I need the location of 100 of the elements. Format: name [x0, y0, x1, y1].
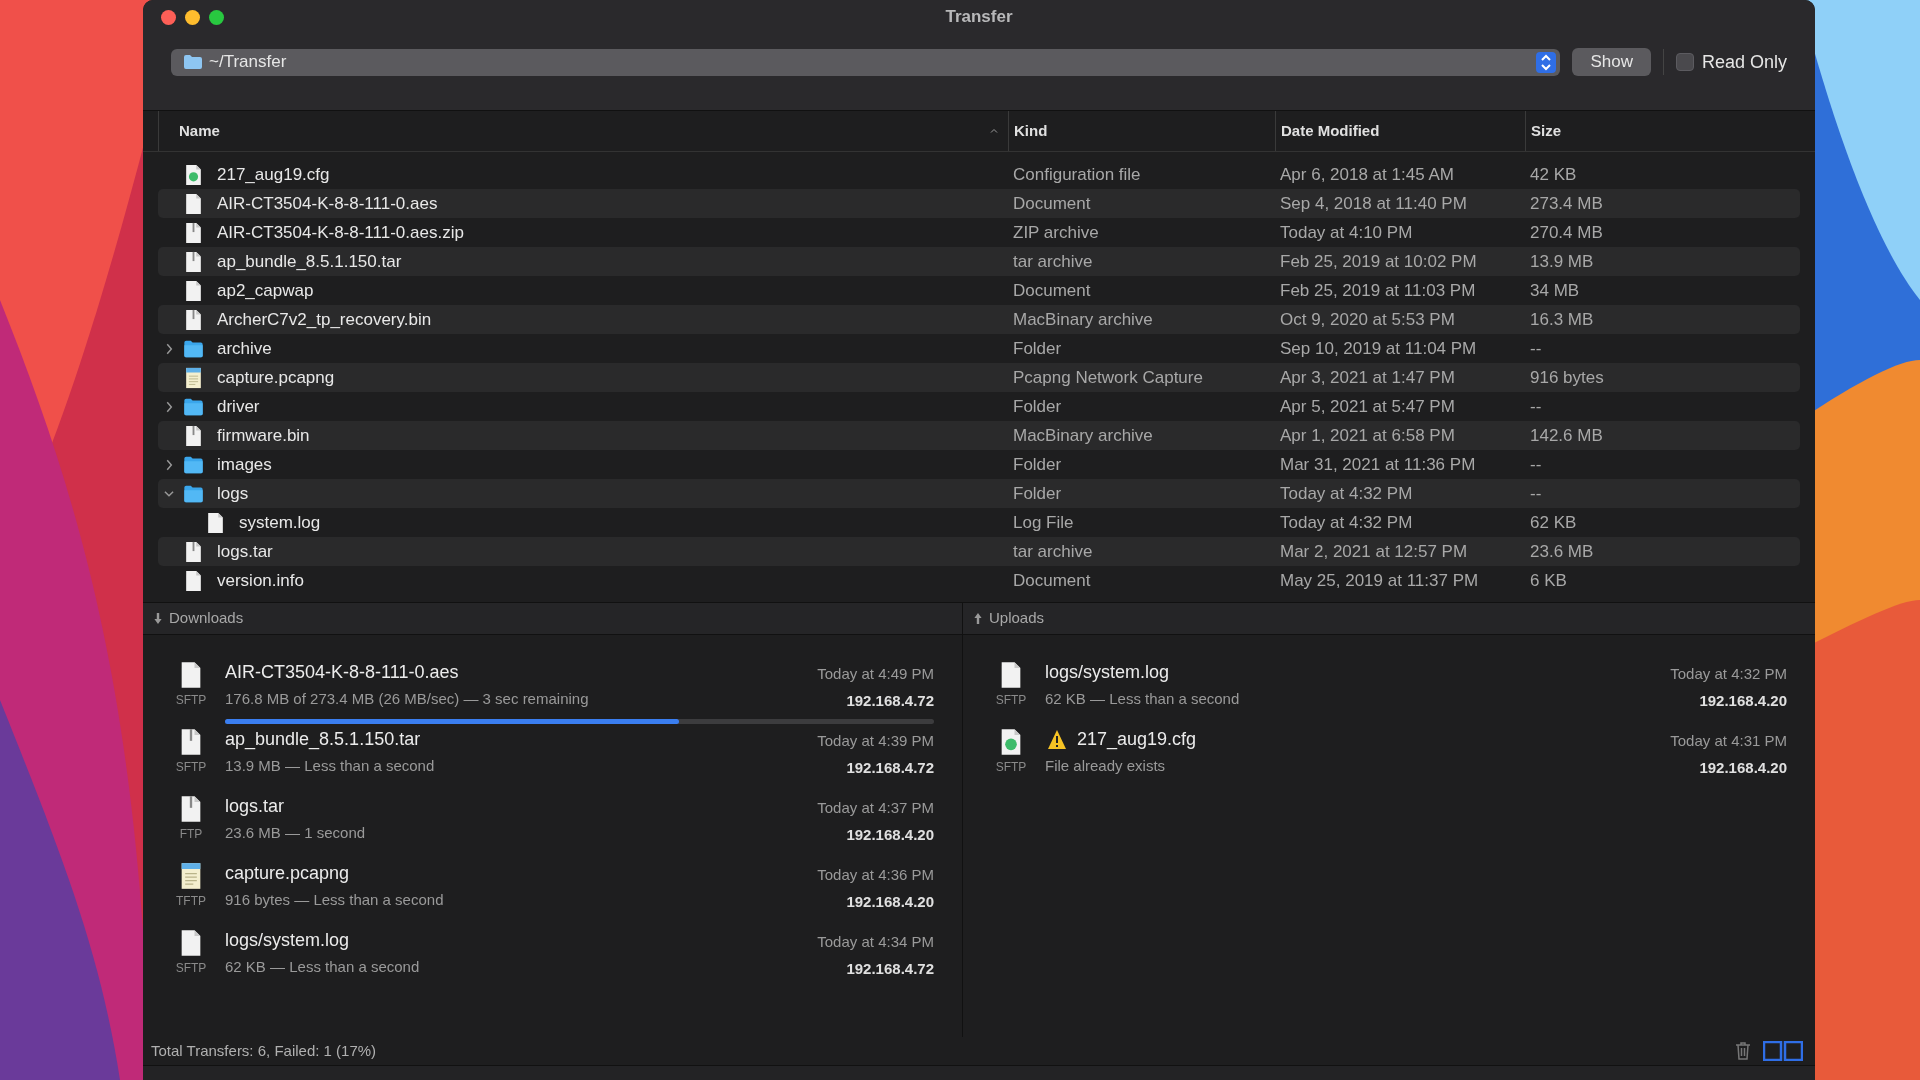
file-icon: [184, 308, 203, 331]
file-name: logs.tar: [217, 540, 273, 563]
protocol-label: SFTP: [995, 759, 1027, 776]
file-kind: tar archive: [1012, 540, 1094, 563]
date-modified: Today at 4:32 PM: [1279, 482, 1414, 505]
file-icon: [184, 163, 203, 186]
file-icon: [184, 221, 203, 244]
transfer-name: logs/system.log: [225, 929, 350, 952]
file-kind: Folder: [1012, 453, 1063, 476]
file-size: 42 KB: [1529, 163, 1578, 186]
file-size: 13.9 MB: [1529, 250, 1595, 273]
file-size: 34 MB: [1529, 279, 1581, 302]
host-address: 192.168.4.72: [846, 690, 934, 711]
protocol-label: SFTP: [175, 692, 207, 709]
column-header[interactable]: Size: [1531, 119, 1792, 143]
date-modified: Mar 2, 2021 at 12:57 PM: [1279, 540, 1469, 563]
show-button[interactable]: Show: [1572, 48, 1651, 76]
section-title: Uploads: [989, 608, 1045, 629]
host-address: 192.168.4.20: [846, 824, 934, 845]
file-kind: ZIP archive: [1012, 221, 1100, 244]
transfer-detail: 62 KB — Less than a second: [1045, 689, 1241, 709]
upload-arrow-icon: [972, 611, 984, 626]
path-selector[interactable]: ~/Transfer: [171, 48, 1561, 76]
file-kind: MacBinary archive: [1012, 308, 1154, 331]
date-modified: Oct 9, 2020 at 5:53 PM: [1279, 308, 1456, 331]
file-size: 270.4 MB: [1529, 221, 1604, 244]
file-size: --: [1529, 395, 1543, 418]
file-name: version.info: [217, 569, 304, 592]
host-address: 192.168.4.72: [846, 958, 934, 979]
file-name: AIR-CT3504-K-8-8-111-0.aes.zip: [217, 221, 464, 244]
date-modified: Feb 25, 2019 at 10:02 PM: [1279, 250, 1478, 273]
file-icon: [179, 862, 203, 890]
date-modified: Sep 4, 2018 at 11:40 PM: [1279, 192, 1468, 215]
transfer-detail: 23.6 MB — 1 second: [225, 823, 367, 843]
file-kind: Folder: [1012, 395, 1063, 418]
download-arrow-icon: [152, 611, 164, 626]
column-header[interactable]: Name: [179, 119, 988, 143]
date-modified: Apr 6, 2018 at 1:45 AM: [1279, 163, 1455, 186]
file-icon: [179, 929, 203, 957]
file-icon: [179, 661, 203, 689]
read-only-label: Read Only: [1701, 50, 1787, 74]
file-size: 6 KB: [1529, 569, 1568, 592]
file-name: driver: [217, 395, 260, 418]
section-title: Downloads: [169, 608, 244, 629]
file-name: system.log: [239, 511, 321, 534]
file-icon: [206, 511, 225, 534]
file-name: archive: [217, 337, 272, 360]
column-header[interactable]: Kind: [1014, 119, 1267, 143]
status-text: Total Transfers: 6, Failed: 1 (17%): [151, 1040, 378, 1061]
file-icon: [179, 728, 203, 756]
close-button[interactable]: [161, 10, 176, 25]
file-size: 273.4 MB: [1529, 192, 1604, 215]
trash-icon[interactable]: [1735, 1042, 1751, 1060]
host-address: 192.168.4.20: [846, 891, 934, 912]
stepper-icon: [1536, 51, 1557, 73]
file-name: ArcherC7v2_tp_recovery.bin: [217, 308, 432, 331]
file-name: ap_bundle_8.5.1.150.tar: [217, 250, 402, 273]
transfer-name: ap_bundle_8.5.1.150.tar: [225, 728, 421, 752]
date-modified: Apr 1, 2021 at 6:58 PM: [1279, 424, 1456, 447]
date-modified: Feb 25, 2019 at 11:03 PM: [1279, 279, 1477, 302]
transfer-name: logs.tar: [225, 795, 285, 818]
file-name: images: [217, 453, 272, 476]
transfer-time: Today at 4:34 PM: [817, 932, 934, 952]
transfer-detail: 62 KB — Less than a second: [225, 957, 421, 977]
transfer-detail: 176.8 MB of 273.4 MB (26 MB/sec) — 3 sec remaining: [225, 689, 590, 709]
file-name: capture.pcapng: [217, 366, 335, 389]
file-icon: [999, 728, 1023, 756]
file-icon: [999, 661, 1023, 689]
file-kind: Document: [1012, 279, 1092, 302]
date-modified: May 25, 2019 at 11:37 PM: [1279, 569, 1480, 592]
file-kind: Configuration file: [1012, 163, 1142, 186]
file-kind: Log File: [1012, 511, 1075, 534]
host-address: 192.168.4.20: [1699, 757, 1787, 778]
file-size: --: [1529, 482, 1543, 505]
folder-icon: [183, 54, 203, 70]
file-name: AIR-CT3504-K-8-8-111-0.aes: [217, 192, 438, 215]
file-icon: [184, 540, 203, 563]
split-view-icon[interactable]: [1763, 1041, 1803, 1061]
file-icon: [184, 366, 203, 389]
column-header[interactable]: Date Modified: [1281, 119, 1517, 143]
read-only-checkbox[interactable]: [1675, 53, 1694, 71]
file-size: 23.6 MB: [1529, 540, 1595, 563]
date-modified: Mar 31, 2021 at 11:36 PM: [1279, 453, 1477, 476]
file-icon: [184, 424, 203, 447]
date-modified: Today at 4:10 PM: [1279, 221, 1414, 244]
file-size: --: [1529, 337, 1543, 360]
file-icon: [179, 795, 203, 823]
transfer-name: logs/system.log: [1045, 661, 1170, 684]
window-title: Transfer: [945, 6, 1013, 29]
file-kind: Document: [1012, 569, 1092, 592]
minimize-button[interactable]: [185, 10, 200, 25]
transfer-detail: 13.9 MB — Less than a second: [225, 756, 436, 776]
file-icon: [184, 279, 203, 302]
transfer-time: Today at 4:37 PM: [817, 798, 934, 818]
transfer-detail: File already exists: [1045, 756, 1167, 776]
file-kind: Pcapng Network Capture: [1012, 366, 1204, 389]
file-kind: tar archive: [1012, 250, 1094, 273]
transfer-name: AIR-CT3504-K-8-8-111-0.aes: [225, 661, 459, 684]
host-address: 192.168.4.72: [846, 757, 934, 778]
zoom-button[interactable]: [209, 10, 224, 25]
